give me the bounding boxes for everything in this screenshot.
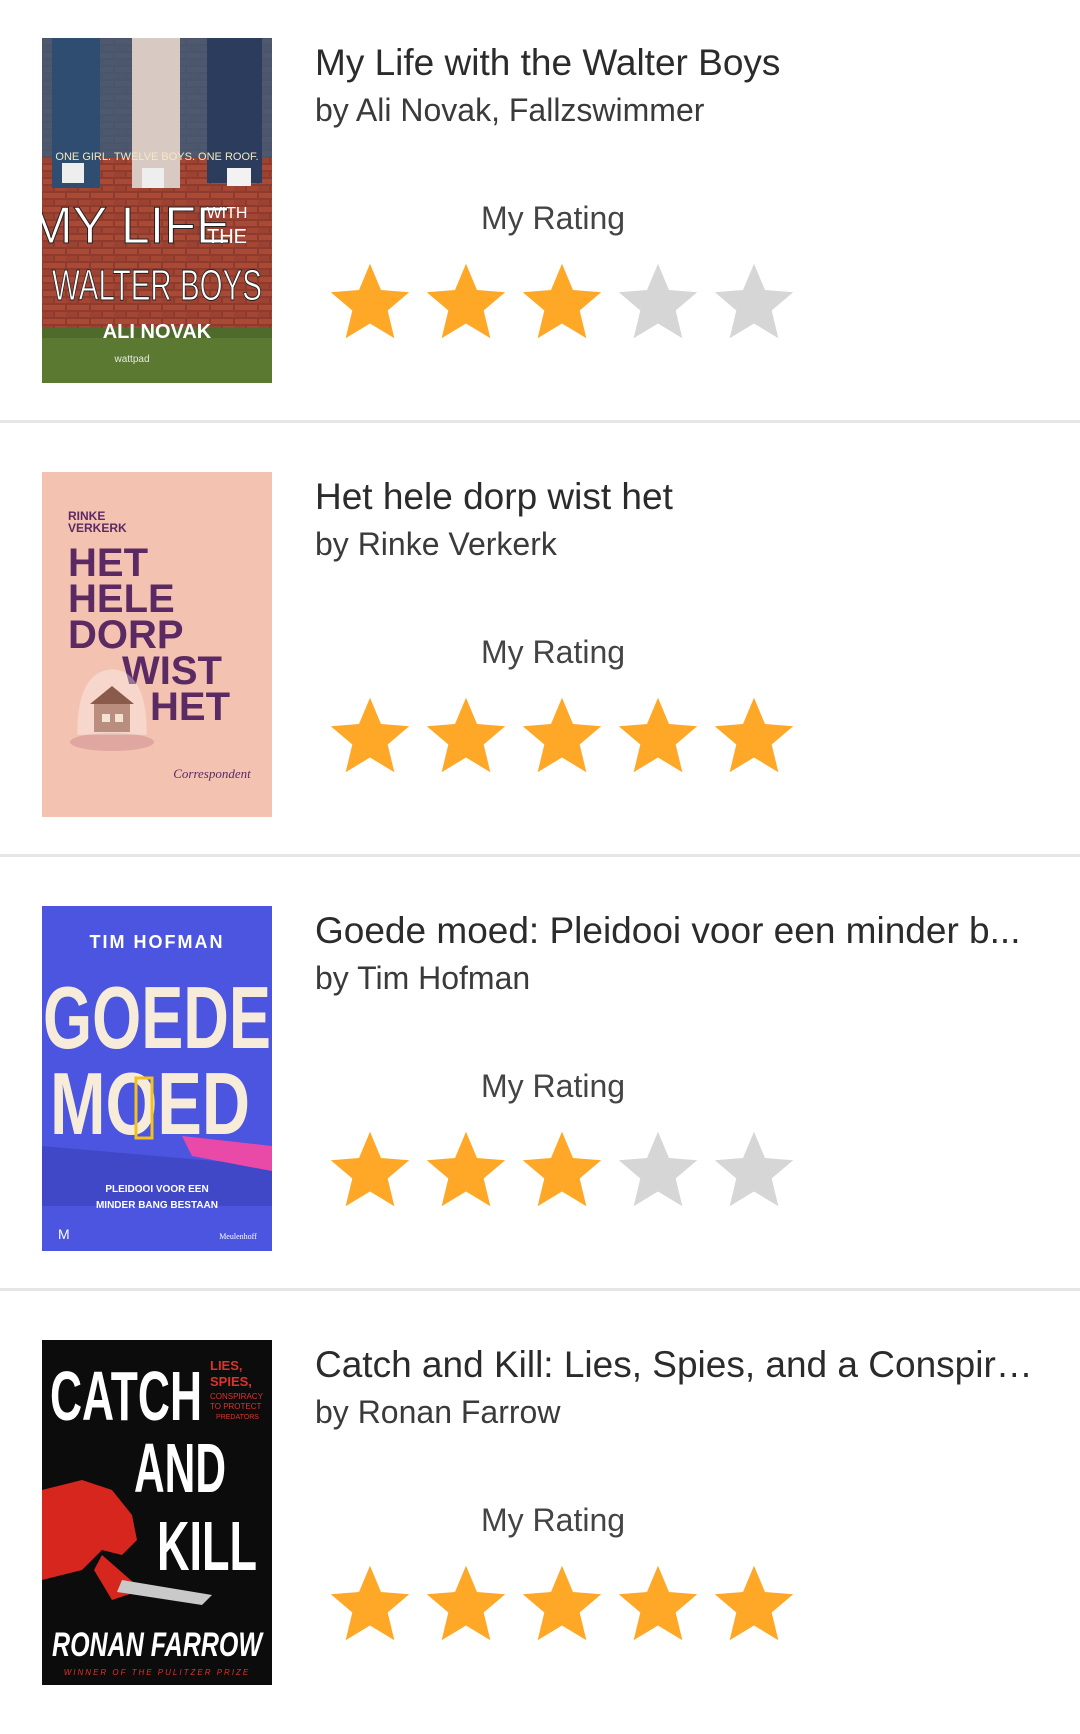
book-list: ONE GIRL. TWELVE BOYS. ONE ROOF. MY LIFE… [0, 0, 1080, 1734]
cover-side2: SPIES, [210, 1374, 252, 1389]
book-row-catch-and-kill[interactable]: CATCH LIES, SPIES, CONSPIRACY TO PROTECT… [0, 1302, 1080, 1734]
cover-side3: CONSPIRACY [210, 1392, 264, 1401]
cover-word1: GOEDE [43, 968, 271, 1067]
cover-publisher: wattpad [113, 354, 149, 365]
star-filled-icon[interactable] [514, 692, 610, 778]
cover-author: RONAN FARROW [52, 1626, 264, 1664]
cover-title-line2: WALTER BOYS [52, 261, 262, 310]
star-filled-icon[interactable] [418, 692, 514, 778]
cover-publisher: Correspondent [173, 766, 251, 781]
divider [0, 420, 1080, 423]
cover-word2: AND [134, 1429, 226, 1507]
my-rating-label: My Rating [481, 634, 626, 670]
book-row-goede-moed[interactable]: TIM HOFMAN GOEDE MOED PLEIDOOI VOOR EEN … [0, 868, 1080, 1300]
book-title[interactable]: Goede moed: Pleidooi voor een minder b..… [315, 908, 1045, 954]
star-filled-icon[interactable] [418, 258, 514, 344]
star-filled-icon[interactable] [514, 258, 610, 344]
book-author: by Rinke Verkerk [315, 526, 557, 562]
rating-stars [322, 1126, 802, 1212]
star-filled-icon[interactable] [706, 692, 802, 778]
book-row-my-life-with-the-walter-boys[interactable]: ONE GIRL. TWELVE BOYS. ONE ROOF. MY LIFE… [0, 0, 1080, 432]
book-title[interactable]: Catch and Kill: Lies, Spies, and a Consp… [315, 1342, 1045, 1388]
book-row-het-hele-dorp-wist-het[interactable]: RINKE VERKERK HET HELE DORP WIST HET Cor… [0, 434, 1080, 866]
star-filled-icon[interactable] [418, 1126, 514, 1212]
book-author: by Ronan Farrow [315, 1394, 561, 1430]
book-title[interactable]: Het hele dorp wist het [315, 474, 1045, 520]
book-cover-image[interactable]: ONE GIRL. TWELVE BOYS. ONE ROOF. MY LIFE… [42, 38, 272, 383]
my-rating-label: My Rating [481, 1502, 626, 1538]
divider [0, 1288, 1080, 1291]
cover-title-with: WITH [207, 205, 248, 222]
rating-stars [322, 1560, 802, 1646]
rating-stars [322, 258, 802, 344]
star-filled-icon[interactable] [322, 258, 418, 344]
cover-author: ALI NOVAK [103, 321, 212, 343]
star-filled-icon[interactable] [418, 1560, 514, 1646]
book-cover-image[interactable]: CATCH LIES, SPIES, CONSPIRACY TO PROTECT… [42, 1340, 272, 1685]
book-cover-image[interactable]: TIM HOFMAN GOEDE MOED PLEIDOOI VOOR EEN … [42, 906, 272, 1251]
my-rating-label: My Rating [481, 200, 626, 236]
cover-word3: KILL [157, 1507, 257, 1585]
rating-stars [322, 692, 802, 778]
star-empty-icon[interactable] [706, 258, 802, 344]
cover-side5: PREDATORS [216, 1414, 259, 1421]
star-filled-icon[interactable] [610, 692, 706, 778]
cover-award: WINNER OF THE PULITZER PRIZE [64, 1668, 251, 1677]
star-empty-icon[interactable] [706, 1126, 802, 1212]
star-filled-icon[interactable] [322, 692, 418, 778]
star-filled-icon[interactable] [322, 1560, 418, 1646]
cover-word1: CATCH [50, 1357, 202, 1435]
cover-tagline: ONE GIRL. TWELVE BOYS. ONE ROOF. [55, 151, 258, 163]
cover-side4: TO PROTECT [210, 1402, 262, 1411]
star-filled-icon[interactable] [514, 1560, 610, 1646]
book-author: by Tim Hofman [315, 960, 531, 996]
cover-side1: LIES, [210, 1358, 243, 1373]
cover-author-line2: VERKERK [68, 521, 127, 535]
star-filled-icon[interactable] [706, 1560, 802, 1646]
divider [0, 854, 1080, 857]
cover-title-the: THE [207, 226, 247, 248]
cover-title-line1: MY LIFE [42, 197, 231, 255]
book-author: by Ali Novak, Fallzswimmer [315, 92, 705, 128]
star-empty-icon[interactable] [610, 1126, 706, 1212]
book-cover-image[interactable]: RINKE VERKERK HET HELE DORP WIST HET Cor… [42, 472, 272, 817]
cover-word5: HET [150, 685, 230, 729]
star-empty-icon[interactable] [610, 258, 706, 344]
star-filled-icon[interactable] [322, 1126, 418, 1212]
star-filled-icon[interactable] [610, 1560, 706, 1646]
cover-publisher-mark: M [58, 1226, 70, 1242]
cover-subtitle-line1: PLEIDOOI VOOR EEN [105, 1184, 208, 1195]
cover-author: TIM HOFMAN [90, 932, 225, 952]
book-title[interactable]: My Life with the Walter Boys [315, 40, 1045, 86]
my-rating-label: My Rating [481, 1068, 626, 1104]
cover-publisher: Meulenhoff [219, 1232, 257, 1241]
star-filled-icon[interactable] [514, 1126, 610, 1212]
cover-subtitle-line2: MINDER BANG BESTAAN [96, 1200, 218, 1211]
